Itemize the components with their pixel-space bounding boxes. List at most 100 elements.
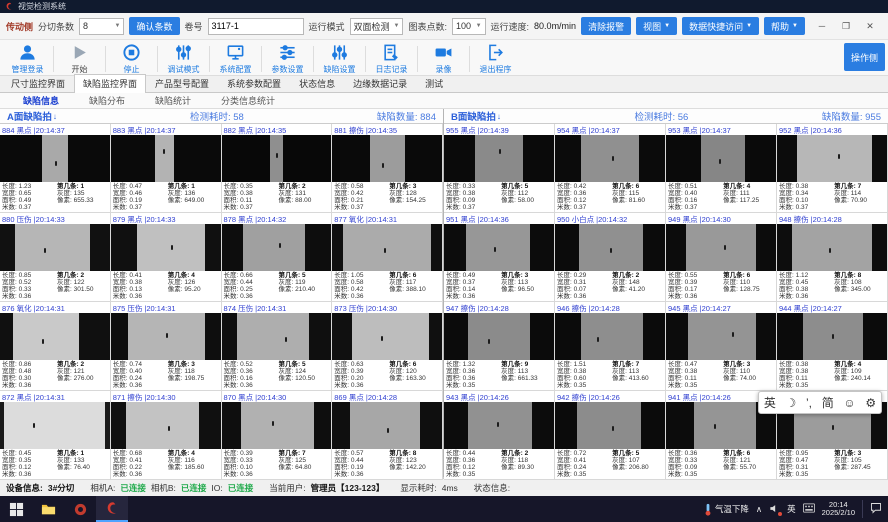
- defect-cell[interactable]: 875 压伤 |20:14:31长度: 0.74宽度: 0.40面积: 0.24…: [111, 302, 222, 391]
- defect-thumbnail[interactable]: [222, 402, 332, 449]
- defect-thumbnail[interactable]: [111, 135, 221, 182]
- chart-points-select[interactable]: 100 ▼: [452, 18, 486, 35]
- help-menu-button[interactable]: 帮助 ▼: [764, 17, 805, 35]
- ime-english-mode[interactable]: 英: [764, 394, 776, 411]
- touch-keyboard-icon[interactable]: [803, 503, 815, 515]
- defect-cell[interactable]: 882 黑点 |20:14:35长度: 0.35宽度: 0.38面积: 0.11…: [222, 124, 333, 213]
- defect-thumbnail[interactable]: [555, 402, 665, 449]
- defect-cell[interactable]: 869 黑点 |20:14:28长度: 0.57宽度: 0.44面积: 0.19…: [332, 391, 443, 480]
- minimize-button[interactable]: ─: [810, 21, 834, 32]
- defect-thumbnail[interactable]: [777, 313, 887, 360]
- run-mode-select[interactable]: 双面检测 ▼: [350, 18, 404, 35]
- defect-thumbnail[interactable]: [332, 313, 442, 360]
- defect-cell[interactable]: 949 黑点 |20:14:30长度: 0.55宽度: 0.39面积: 0.17…: [666, 213, 777, 302]
- defect-thumbnail[interactable]: [111, 224, 221, 271]
- defect-cell[interactable]: 943 黑点 |20:14:26长度: 0.44宽度: 0.36面积: 0.12…: [444, 391, 555, 480]
- defect-thumbnail[interactable]: [777, 135, 887, 182]
- toolbar-button-camera[interactable]: 录像: [418, 41, 469, 75]
- defect-cell[interactable]: 947 擦伤 |20:14:28长度: 1.32宽度: 0.36面积: 0.36…: [444, 302, 555, 391]
- clear-alarm-button[interactable]: 清除报警: [581, 17, 631, 35]
- ime-toolbar[interactable]: 英☽’,简☺⚙: [758, 391, 882, 414]
- defect-cell[interactable]: 944 黑点 |20:14:27长度: 0.38宽度: 0.38面积: 0.11…: [777, 302, 888, 391]
- defect-cell[interactable]: 883 黑点 |20:14:37长度: 0.47宽度: 0.46面积: 0.19…: [111, 124, 222, 213]
- defect-thumbnail[interactable]: [332, 224, 442, 271]
- defect-thumbnail[interactable]: [444, 224, 554, 271]
- defect-cell[interactable]: 955 黑点 |20:14:39长度: 0.33宽度: 0.38面积: 0.09…: [444, 124, 555, 213]
- sort-down-icon[interactable]: ↓: [497, 112, 501, 121]
- defect-thumbnail[interactable]: [0, 224, 110, 271]
- weather-widget[interactable]: 气温下降: [704, 503, 749, 516]
- defect-thumbnail[interactable]: [0, 402, 110, 449]
- defect-thumbnail[interactable]: [222, 224, 332, 271]
- defect-cell[interactable]: 954 黑点 |20:14:37长度: 0.42宽度: 0.36面积: 0.12…: [555, 124, 666, 213]
- defect-thumbnail[interactable]: [555, 135, 665, 182]
- defect-cell[interactable]: 876 氧化 |20:14:31长度: 0.86宽度: 0.48面积: 0.30…: [0, 302, 111, 391]
- defect-cell[interactable]: 880 压伤 |20:14:33长度: 0.85宽度: 0.52面积: 0.33…: [0, 213, 111, 302]
- defect-thumbnail[interactable]: [555, 313, 665, 360]
- defect-thumbnail[interactable]: [444, 402, 554, 449]
- defect-cell[interactable]: 953 黑点 |20:14:37长度: 0.51宽度: 0.40面积: 0.16…: [666, 124, 777, 213]
- defect-cell[interactable]: 951 黑点 |20:14:36长度: 0.49宽度: 0.37面积: 0.14…: [444, 213, 555, 302]
- defect-thumbnail[interactable]: [222, 135, 332, 182]
- defect-cell[interactable]: 946 擦伤 |20:14:28长度: 1.51宽度: 0.38面积: 0.60…: [555, 302, 666, 391]
- operator-side-button[interactable]: 操作侧: [844, 43, 885, 71]
- ime-settings-gear-icon[interactable]: ⚙: [865, 396, 876, 410]
- app-icon-secondary[interactable]: [64, 496, 96, 522]
- sub-tab-3[interactable]: 缺陷统计: [140, 94, 206, 107]
- defect-thumbnail[interactable]: [332, 402, 442, 449]
- roll-number-input[interactable]: [208, 18, 304, 35]
- defect-thumbnail[interactable]: [111, 402, 221, 449]
- main-tab-7[interactable]: 测试: [416, 74, 452, 92]
- sub-tab-2[interactable]: 缺陷分布: [74, 94, 140, 107]
- main-tab-4[interactable]: 系统参数配置: [218, 74, 290, 92]
- main-tab-1[interactable]: 尺寸监控界面: [2, 74, 74, 92]
- toolbar-button-sliders_h[interactable]: 参数设置: [262, 41, 313, 75]
- sub-tab-1[interactable]: 缺陷信息: [8, 94, 74, 107]
- defect-thumbnail[interactable]: [332, 135, 442, 182]
- notification-center-icon[interactable]: [870, 502, 882, 516]
- ime-punctuation-mode[interactable]: ’,: [806, 396, 812, 410]
- app-icon-vision-system[interactable]: [96, 496, 128, 522]
- defect-thumbnail[interactable]: [111, 313, 221, 360]
- defect-cell[interactable]: 877 氧化 |20:14:31长度: 1.05宽度: 0.58面积: 0.42…: [332, 213, 443, 302]
- defect-cell[interactable]: 874 压伤 |20:14:31长度: 0.52宽度: 0.36面积: 0.16…: [222, 302, 333, 391]
- hidden-icons-chevron[interactable]: ∧: [756, 504, 762, 515]
- defect-cell[interactable]: 945 黑点 |20:14:27长度: 0.47宽度: 0.38面积: 0.11…: [666, 302, 777, 391]
- ime-simplified-mode[interactable]: 简: [822, 394, 834, 411]
- defect-cell[interactable]: 952 黑点 |20:14:36长度: 0.38宽度: 0.34面积: 0.10…: [777, 124, 888, 213]
- defect-cell[interactable]: 942 擦伤 |20:14:26长度: 0.72宽度: 0.41面积: 0.24…: [555, 391, 666, 480]
- toolbar-button-sliders_v[interactable]: 缺陷设置: [314, 41, 365, 75]
- main-tab-5[interactable]: 状态信息: [290, 74, 344, 92]
- start-button[interactable]: [0, 496, 32, 522]
- defect-thumbnail[interactable]: [444, 135, 554, 182]
- defect-thumbnail[interactable]: [666, 135, 776, 182]
- toolbar-button-exit[interactable]: 退出程序: [470, 41, 521, 75]
- sort-down-icon[interactable]: ↓: [53, 112, 57, 121]
- toolbar-button-tune[interactable]: 调试模式: [158, 41, 209, 75]
- toolbar-button-user[interactable]: 管理登录: [2, 41, 53, 75]
- view-menu-button[interactable]: 视图 ▼: [636, 17, 677, 35]
- ime-emoji-icon[interactable]: ☺: [843, 396, 855, 410]
- defect-cell[interactable]: 870 黑点 |20:14:30长度: 0.39宽度: 0.33面积: 0.10…: [222, 391, 333, 480]
- defect-cell[interactable]: 878 黑点 |20:14:32长度: 0.66宽度: 0.44面积: 0.25…: [222, 213, 333, 302]
- confirm-count-button[interactable]: 确认条数: [129, 17, 179, 35]
- defect-cell[interactable]: 871 擦伤 |20:14:30长度: 0.68宽度: 0.41面积: 0.22…: [111, 391, 222, 480]
- close-button[interactable]: ✕: [858, 21, 882, 32]
- defect-cell[interactable]: 884 黑点 |20:14:37长度: 1.23宽度: 0.65面积: 0.49…: [0, 124, 111, 213]
- data-access-menu-button[interactable]: 数据快捷访问 ▼: [682, 17, 759, 35]
- defect-thumbnail[interactable]: [222, 313, 332, 360]
- file-explorer-icon[interactable]: [32, 496, 64, 522]
- defect-thumbnail[interactable]: [0, 135, 110, 182]
- defect-thumbnail[interactable]: [444, 313, 554, 360]
- defect-thumbnail[interactable]: [777, 224, 887, 271]
- defect-cell[interactable]: 950 小白点 |20:14:32长度: 0.29宽度: 0.31面积: 0.0…: [555, 213, 666, 302]
- defect-thumbnail[interactable]: [666, 313, 776, 360]
- defect-cell[interactable]: 948 擦伤 |20:14:28长度: 1.12宽度: 0.45面积: 0.38…: [777, 213, 888, 302]
- maximize-button[interactable]: ❐: [834, 21, 858, 32]
- toolbar-button-log[interactable]: 日志记录: [366, 41, 417, 75]
- slit-count-select[interactable]: 8 ▼: [79, 18, 124, 35]
- defect-cell[interactable]: 872 黑点 |20:14:31长度: 0.45宽度: 0.35面积: 0.12…: [0, 391, 111, 480]
- sub-tab-4[interactable]: 分类信息统计: [206, 94, 290, 107]
- defect-thumbnail[interactable]: [0, 313, 110, 360]
- ime-language-indicator[interactable]: 英: [787, 503, 796, 515]
